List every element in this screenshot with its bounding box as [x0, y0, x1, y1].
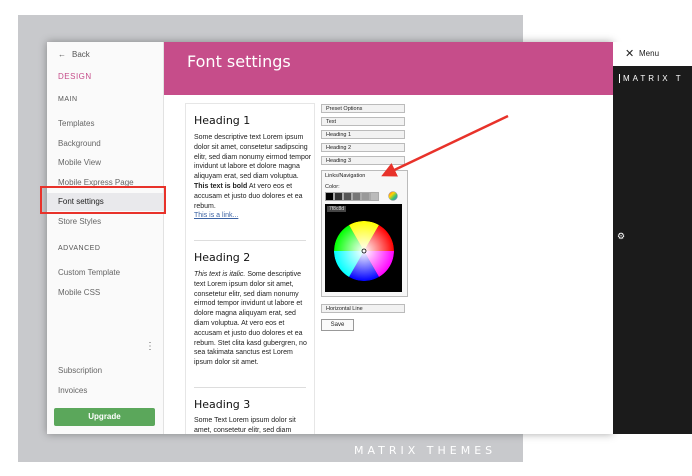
annotation-arrow-icon: [381, 114, 509, 177]
